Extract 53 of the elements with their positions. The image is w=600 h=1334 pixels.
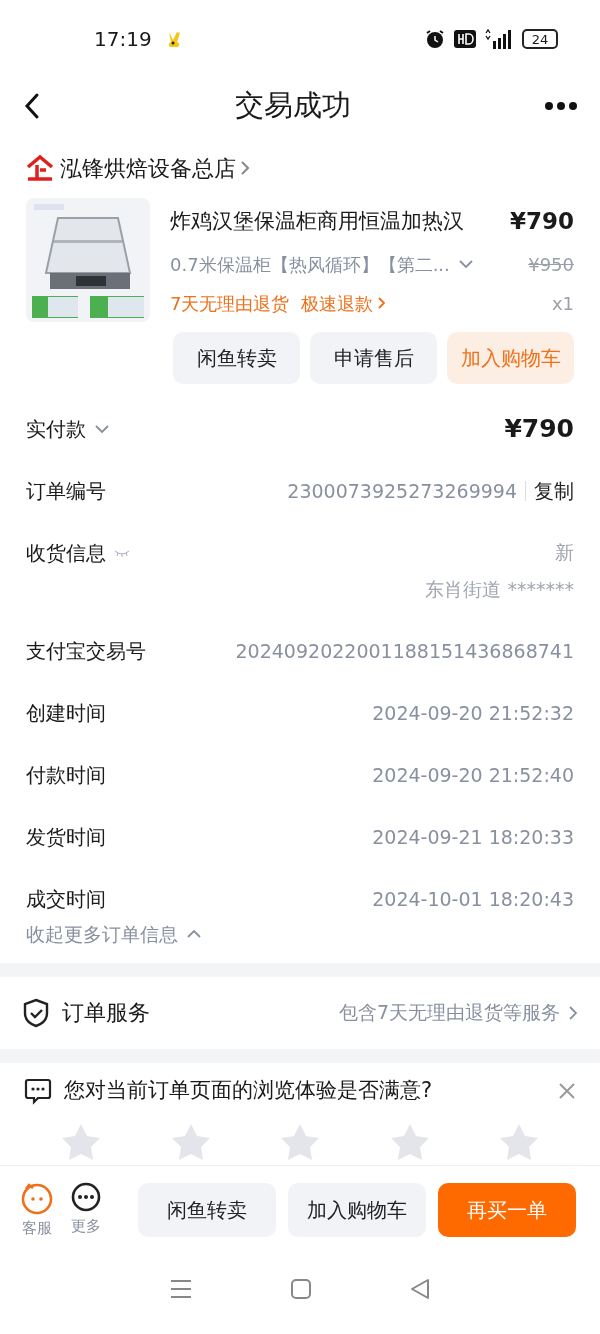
product-price: ¥790 (510, 207, 574, 236)
back-triangle-icon[interactable] (409, 1278, 432, 1301)
field-label: 创建时间 (26, 700, 106, 727)
shop-badge-icon (26, 155, 54, 181)
copy-link[interactable]: 复制 (534, 476, 574, 506)
eye-closed-icon[interactable] (114, 549, 130, 557)
battery-level: 24 (522, 29, 558, 49)
field-label: 付款时间 (26, 762, 106, 789)
product-title[interactable]: 炸鸡汉堡保温柜商用恒温加热汉 (170, 205, 464, 237)
shield-check-icon (22, 997, 50, 1028)
more-icon (70, 1180, 102, 1213)
alarm-icon (424, 28, 446, 50)
field-value: 2024-10-01 18:20:43 (372, 886, 574, 912)
signal-icon (484, 28, 514, 50)
action-button[interactable]: 闲鱼转卖 (173, 332, 300, 384)
address-text: 东肖街道 ******* (425, 576, 574, 602)
chevron-down-icon (94, 424, 110, 434)
original-price: ¥950 (528, 252, 574, 277)
paid-amount-toggle[interactable]: 实付款 (26, 414, 110, 444)
chevron-icon (377, 296, 387, 310)
field-label: 收货信息 (26, 540, 106, 567)
order-number: 2300073925273269994 (287, 478, 517, 504)
hd-icon (454, 30, 476, 48)
close-icon[interactable] (558, 1081, 576, 1100)
action-button[interactable]: 申请售后 (310, 332, 437, 384)
chevron-down-icon (457, 259, 474, 269)
smiley-icon (20, 1180, 54, 1215)
shop-link[interactable]: 泓锋烘焙设备总店 (60, 151, 250, 185)
section-title: 订单服务 (62, 999, 150, 1027)
paid-amount: ¥790 (504, 413, 574, 446)
field-value: 2024-09-20 21:52:40 (372, 762, 574, 788)
action-button[interactable]: 加入购物车 (288, 1183, 426, 1237)
chevron-icon (240, 159, 250, 177)
menu-icon[interactable] (168, 1278, 193, 1301)
field-label: 支付宝交易号 (26, 638, 146, 665)
survey-question: 您对当前订单页面的浏览体验是否满意? (64, 1076, 433, 1104)
page-title: 交易成功 (235, 87, 351, 125)
field-value: 2024-09-20 21:52:32 (372, 700, 574, 726)
chevron-up-icon (186, 929, 202, 940)
field-label: 订单编号 (26, 478, 106, 505)
field-label: 成交时间 (26, 886, 106, 913)
quantity: x1 (551, 291, 574, 316)
field-label: 发货时间 (26, 824, 106, 851)
more-icon[interactable] (544, 101, 578, 111)
chevron-icon (568, 1003, 578, 1022)
clock-time: 17:19 (94, 26, 152, 53)
service-tag: 7天无理由退货 (170, 289, 290, 317)
address-text: 新 (555, 540, 574, 565)
field-value: 2024092022001188151436868741 (235, 638, 574, 664)
action-button[interactable]: 闲鱼转卖 (138, 1183, 276, 1237)
field-value: 2024-09-21 18:20:33 (372, 824, 574, 850)
chat-icon (24, 1076, 52, 1105)
home-icon[interactable] (290, 1278, 312, 1301)
